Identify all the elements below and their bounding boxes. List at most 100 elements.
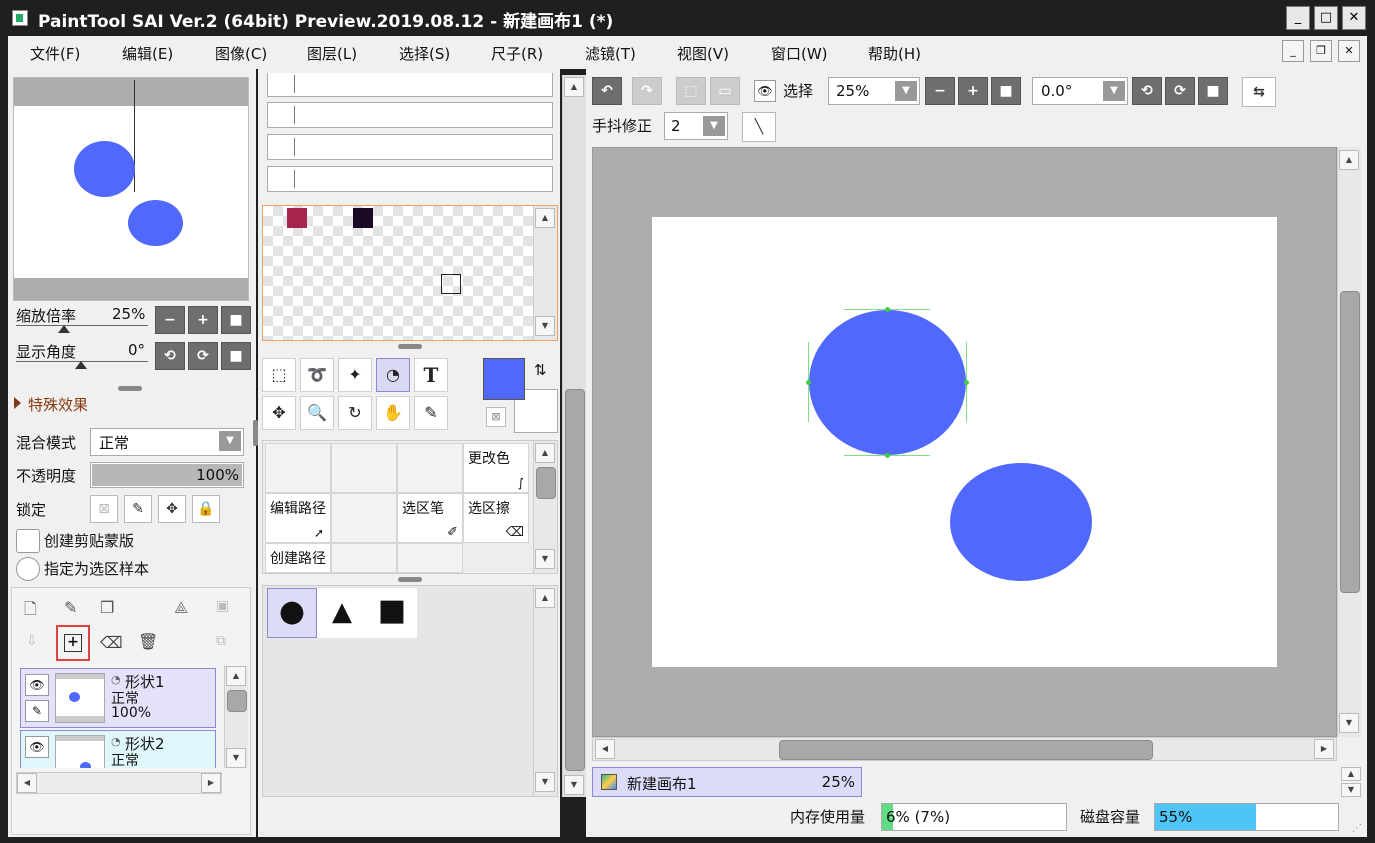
swatch-panel[interactable]: ▲ ▼ (262, 205, 558, 341)
layer-hscrollbar[interactable]: ◀ ▶ (16, 772, 222, 794)
nav-zoom-out-button[interactable]: − (155, 306, 185, 334)
primary-color[interactable] (483, 358, 525, 400)
eyedropper-tool[interactable]: ✎ (414, 396, 448, 430)
angle-slider-handle[interactable] (75, 361, 87, 369)
flip-horizontal-button[interactable]: ⇆ (1242, 77, 1276, 107)
zoom-reset-button[interactable]: ■ (991, 77, 1021, 105)
zoom-slider[interactable] (16, 325, 148, 326)
eye-icon[interactable]: 👁 (754, 80, 776, 102)
zoom-out-button[interactable]: − (925, 77, 955, 105)
new-layer-icon[interactable]: 🗋 (24, 598, 37, 625)
expand-arrow-icon[interactable] (14, 397, 21, 409)
scroll-up-button[interactable]: ▲ (535, 588, 555, 608)
lock-paint-icon[interactable]: ✎ (124, 495, 152, 523)
selection-handle[interactable] (806, 380, 811, 385)
mdi-close-button[interactable]: ✕ (1338, 40, 1360, 62)
scroll-thumb[interactable] (779, 740, 1153, 760)
layer-item[interactable]: 👁 ✎ ◔ 形状1 正常 100% (20, 668, 216, 728)
text-tool[interactable]: T (414, 358, 448, 392)
mdi-restore-button[interactable]: ❐ (1310, 40, 1332, 62)
new-linework-layer-icon[interactable]: ✎ (64, 598, 77, 617)
scroll-up-button[interactable]: ▲ (226, 666, 246, 686)
layer-scrollbar[interactable]: ▲ ▼ (224, 666, 248, 768)
clear-layer-icon[interactable]: ⌫ (100, 633, 123, 652)
menu-layer[interactable]: 图层(L) (307, 43, 357, 64)
rotate-tool[interactable]: ↻ (338, 396, 372, 430)
scroll-left-button[interactable]: ◀ (17, 773, 37, 793)
navigator-preview[interactable] (13, 77, 249, 301)
nav-rotate-cw-button[interactable]: ⟳ (188, 342, 218, 370)
new-folder-icon[interactable]: ❐ (100, 598, 114, 617)
zoom-in-button[interactable]: + (958, 77, 988, 105)
scroll-down-button[interactable]: ▼ (535, 316, 555, 336)
swatch-scrollbar[interactable]: ▲ ▼ (533, 206, 557, 340)
scroll-thumb[interactable] (536, 467, 556, 499)
maximize-button[interactable]: □ (1314, 6, 1338, 30)
undo-button[interactable]: ↶ (592, 77, 622, 105)
panel-splitter[interactable] (398, 577, 422, 582)
canvas-viewport[interactable] (592, 147, 1337, 737)
close-button[interactable]: ✕ (1342, 6, 1366, 30)
hand-tool[interactable]: ✋ (376, 396, 410, 430)
new-shape-layer-button[interactable]: + (56, 625, 90, 661)
rotate-ccw-button[interactable]: ⟲ (1132, 77, 1162, 105)
zoom-tool[interactable]: 🔍 (300, 396, 334, 430)
menu-image[interactable]: 图像(C) (215, 43, 267, 64)
scroll-down-button[interactable]: ▼ (226, 748, 246, 768)
swatch[interactable] (353, 208, 373, 228)
menu-filter[interactable]: 滤镜(T) (585, 43, 636, 64)
tab-scroll-up-button[interactable]: ▲ (1341, 767, 1361, 781)
angle-select[interactable]: 0.0° ▼ (1032, 77, 1128, 105)
color-slider-4[interactable] (267, 166, 553, 192)
redo-button[interactable]: ↷ (632, 77, 662, 105)
straight-line-button[interactable]: ╲ (742, 112, 776, 142)
menu-edit[interactable]: 编辑(E) (122, 43, 173, 64)
invert-selection-button[interactable]: ▭ (710, 77, 740, 105)
pen-icon[interactable]: ✎ (25, 700, 49, 722)
subtool-edit-path[interactable]: 编辑路径 ➚ (265, 493, 331, 543)
magic-wand-tool[interactable]: ✦ (338, 358, 372, 392)
mdi-minimize-button[interactable]: _ (1282, 40, 1304, 62)
zoom-select[interactable]: 25% ▼ (828, 77, 920, 105)
scroll-up-button[interactable]: ▲ (535, 208, 555, 228)
scroll-up-button[interactable]: ▲ (1339, 150, 1359, 170)
subtool-scrollbar[interactable]: ▲ ▼ (533, 441, 557, 573)
tab-scroll-down-button[interactable]: ▼ (1341, 783, 1361, 797)
scroll-right-button[interactable]: ▶ (201, 773, 221, 793)
layer-effect-icon[interactable]: ⟁ (174, 598, 188, 618)
scroll-thumb[interactable] (565, 389, 585, 771)
color-slider-2[interactable] (267, 102, 553, 128)
minimize-button[interactable]: _ (1286, 6, 1310, 30)
zoom-slider-handle[interactable] (58, 325, 70, 333)
menu-window[interactable]: 窗口(W) (771, 43, 828, 64)
menu-help[interactable]: 帮助(H) (868, 43, 921, 64)
ellipse-shape[interactable] (950, 463, 1092, 581)
lasso-tool[interactable]: ➰ (300, 358, 334, 392)
panel-splitter[interactable] (118, 386, 142, 391)
nav-zoom-in-button[interactable]: + (188, 306, 218, 334)
nav-zoom-reset-button[interactable]: ■ (221, 306, 251, 334)
selection-handle[interactable] (964, 380, 969, 385)
circle-shape-button[interactable]: ● (267, 588, 317, 638)
eye-icon[interactable]: 👁 (25, 674, 49, 696)
subtool-create-path[interactable]: 创建路径 (265, 543, 331, 573)
scroll-left-button[interactable]: ◀ (595, 739, 615, 759)
canvas-tab[interactable]: 新建画布1 25% (592, 767, 862, 797)
subtool-change-color[interactable]: 更改色 ∫ (463, 443, 529, 493)
subtool-selection-eraser[interactable]: 选区擦 ⌫ (463, 493, 529, 543)
menu-file[interactable]: 文件(F) (30, 43, 80, 64)
selection-sample-radio[interactable] (16, 557, 40, 581)
panel-splitter[interactable] (398, 344, 422, 349)
scroll-down-button[interactable]: ▼ (1339, 713, 1359, 733)
lock-all-icon[interactable]: 🔒 (192, 495, 220, 523)
effects-label[interactable]: 特殊效果 (28, 394, 88, 415)
lock-move-icon[interactable]: ✥ (158, 495, 186, 523)
rotate-reset-button[interactable]: ■ (1198, 77, 1228, 105)
move-tool[interactable]: ✥ (262, 396, 296, 430)
nav-rotate-ccw-button[interactable]: ⟲ (155, 342, 185, 370)
square-shape-button[interactable]: ■ (367, 588, 417, 638)
scroll-thumb[interactable] (1340, 291, 1360, 593)
eye-icon[interactable]: 👁 (25, 736, 49, 758)
shape-scrollbar[interactable]: ▲ ▼ (533, 586, 557, 796)
scroll-up-button[interactable]: ▲ (564, 77, 584, 97)
